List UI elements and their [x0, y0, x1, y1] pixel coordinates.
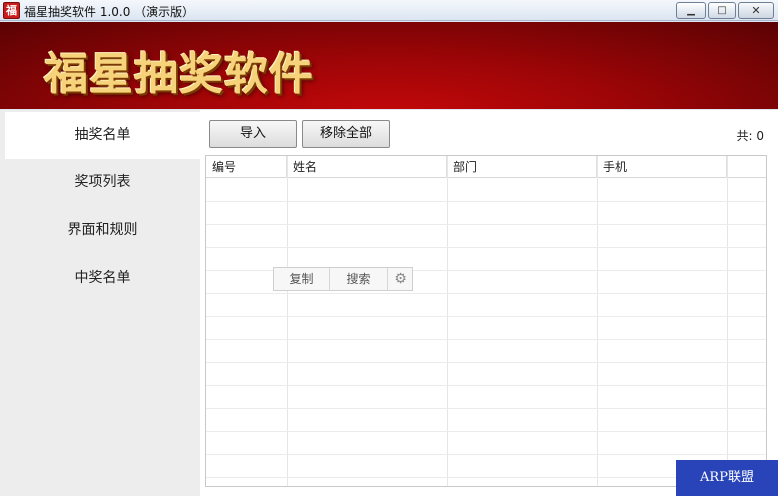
sidebar-item-prize-list[interactable]: 奖项列表: [5, 159, 200, 206]
column-header-department[interactable]: 部门: [447, 156, 597, 178]
column-divider: [287, 156, 288, 486]
table-row: [206, 316, 766, 317]
sidebar-item-ui-rules[interactable]: 界面和规则: [5, 207, 200, 254]
copy-button[interactable]: 复制: [274, 268, 330, 290]
table-row: [206, 431, 766, 432]
context-toolbar: 复制 搜索 ⚙: [273, 267, 413, 291]
table-row: [206, 293, 766, 294]
remove-all-button[interactable]: 移除全部: [302, 120, 390, 148]
close-button[interactable]: ✕: [738, 2, 774, 19]
column-header-id[interactable]: 编号: [206, 156, 287, 178]
import-button[interactable]: 导入: [209, 120, 297, 148]
total-count: 共: 0: [736, 129, 765, 143]
column-divider: [597, 156, 598, 486]
sidebar-item-winners[interactable]: 中奖名单: [5, 255, 200, 302]
title-bar[interactable]: 福 福星抽奖软件 1.0.0 （演示版） ▁ □ ✕: [0, 0, 778, 21]
draw-list-table[interactable]: 编号 姓名 部门 手机: [205, 155, 767, 487]
gear-icon[interactable]: ⚙: [388, 268, 413, 290]
banner-title: 福星抽奖软件: [44, 49, 314, 100]
window-title: 福星抽奖软件 1.0.0 （演示版）: [24, 5, 195, 19]
app-icon: 福: [3, 2, 20, 19]
table-row: [206, 201, 766, 202]
search-button[interactable]: 搜索: [330, 268, 388, 290]
column-header-phone[interactable]: 手机: [597, 156, 727, 178]
sidebar: 抽奖名单 奖项列表 界面和规则 中奖名单: [0, 110, 200, 496]
main-panel: 导入 移除全部 共: 0 编号 姓名 部门 手机: [200, 110, 778, 496]
banner: 福星抽奖软件: [0, 22, 778, 109]
table-header: 编号 姓名 部门 手机: [206, 156, 766, 178]
table-row: [206, 339, 766, 340]
column-divider: [447, 156, 448, 486]
table-row: [206, 247, 766, 248]
table-row: [206, 454, 766, 455]
table-row: [206, 224, 766, 225]
table-row: [206, 385, 766, 386]
minimize-button[interactable]: ▁: [676, 2, 706, 19]
table-row: [206, 362, 766, 363]
watermark: ARP联盟 arpun.com: [676, 460, 778, 496]
sidebar-item-draw-list[interactable]: 抽奖名单: [5, 112, 200, 159]
maximize-button[interactable]: □: [708, 2, 736, 19]
column-header-name[interactable]: 姓名: [287, 156, 447, 178]
column-divider: [727, 156, 728, 486]
table-row: [206, 408, 766, 409]
